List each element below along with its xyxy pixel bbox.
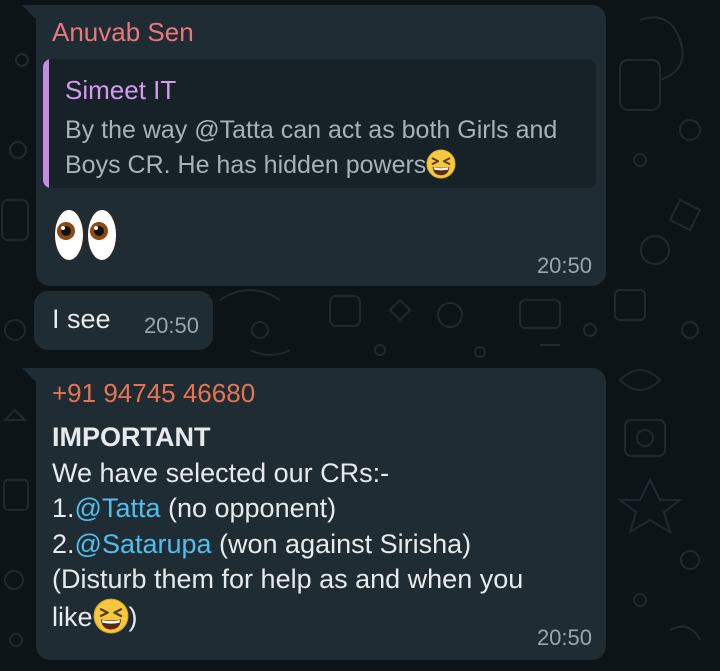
message-line-start: like xyxy=(52,601,93,632)
message-text: IMPORTANT We have selected our CRs:- 1.@… xyxy=(52,420,592,635)
message-line-rest: (no opponent) xyxy=(160,493,337,523)
message-text: I see xyxy=(52,304,111,334)
message-line-end: ) xyxy=(128,601,138,632)
message-line: 1.@Tatta (no opponent) xyxy=(52,491,592,527)
quoted-message[interactable]: Simeet IT By the way @Tatta can act as b… xyxy=(43,59,596,188)
mention-link-satarupa[interactable]: @Satarupa xyxy=(75,529,212,559)
quote-author: Simeet IT xyxy=(65,75,177,105)
sender-name[interactable]: +91 94745 46680 xyxy=(52,378,255,408)
eyes-icon xyxy=(53,208,118,262)
message-line-rest: (won against Sirisha) xyxy=(211,528,472,559)
message-heading: IMPORTANT xyxy=(52,422,211,452)
bubble-tail xyxy=(22,5,38,21)
quote-text-content: By the way @Tatta can act as both Girls … xyxy=(65,116,558,179)
list-number: 1. xyxy=(52,493,75,523)
message-line: (Disturb them for help as and when you xyxy=(52,564,524,594)
grinning-squinting-face-icon xyxy=(93,598,128,633)
message-bubble[interactable]: I see 20:50 xyxy=(34,291,213,350)
message-timestamp: 20:50 xyxy=(536,253,592,278)
message-timestamp: 20:50 xyxy=(536,625,592,650)
message-bubble[interactable]: +91 94745 46680 IMPORTANT We have select… xyxy=(22,368,606,660)
bubble-tail xyxy=(22,368,38,384)
chat-view[interactable]: Anuvab Sen Simeet IT By the way @Tatta c… xyxy=(0,0,720,671)
message-line: like ) xyxy=(52,598,592,636)
mention-link-tatta[interactable]: @Tatta xyxy=(75,493,161,523)
grinning-squinting-face-icon xyxy=(426,149,456,179)
quote-text: By the way @Tatta can act as both Girls … xyxy=(65,113,585,183)
message-timestamp: 20:50 xyxy=(143,313,199,338)
message-bubble[interactable]: Anuvab Sen Simeet IT By the way @Tatta c… xyxy=(22,5,606,286)
list-number: 2. xyxy=(52,528,75,559)
message-line: We have selected our CRs:- xyxy=(52,457,390,488)
quote-accent-bar xyxy=(43,59,49,188)
message-line: 2.@Satarupa (won against Sirisha) xyxy=(52,527,592,563)
sender-name[interactable]: Anuvab Sen xyxy=(52,17,194,47)
